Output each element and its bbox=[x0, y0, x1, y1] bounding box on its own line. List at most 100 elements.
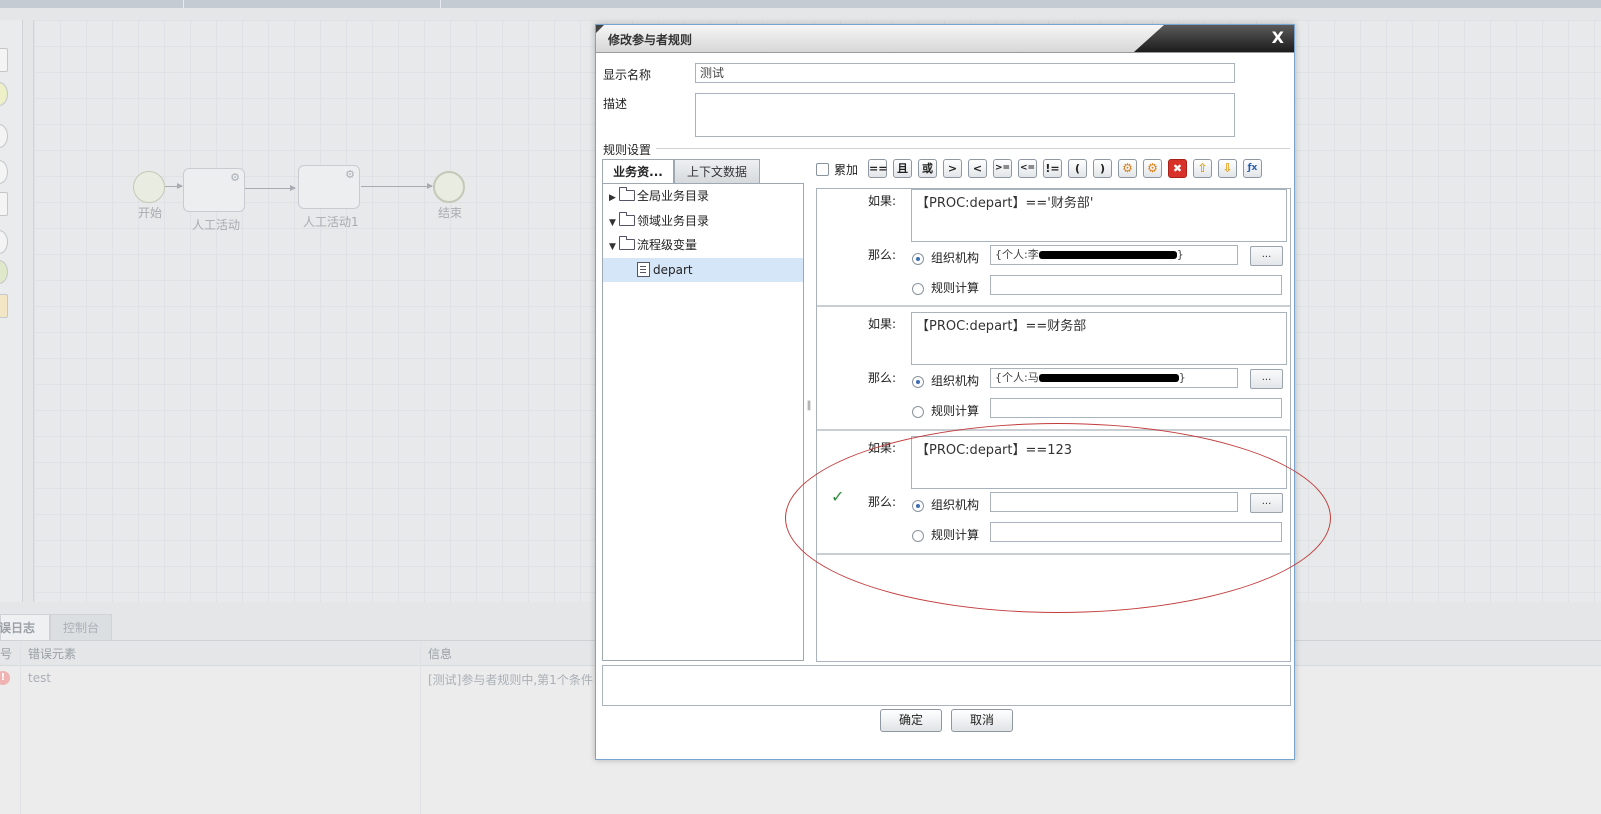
gateway-tool-icon[interactable] bbox=[0, 160, 8, 184]
org-input[interactable] bbox=[990, 492, 1238, 512]
ok-button[interactable]: 确定 bbox=[880, 709, 942, 732]
row-message: [测试]参与者规则中,第1个条件 bbox=[428, 673, 593, 687]
start-node[interactable] bbox=[133, 171, 165, 203]
flow-arrow bbox=[245, 185, 296, 191]
calc-input[interactable] bbox=[990, 522, 1282, 542]
rule-item: ✓ 如果: 【PROC:depart】==123 那么: 组织机构 ... 规则… bbox=[817, 433, 1290, 555]
less-than-button[interactable]: < bbox=[968, 159, 987, 178]
org-label: 组织机构 bbox=[931, 374, 980, 388]
calc-input[interactable] bbox=[990, 398, 1282, 418]
tab-business-resources[interactable]: 业务资... bbox=[602, 159, 674, 183]
condition-input[interactable]: 【PROC:depart】==财务部 bbox=[911, 312, 1287, 365]
subprocess-tool-icon[interactable] bbox=[0, 192, 8, 216]
display-name-label: 显示名称 bbox=[603, 68, 652, 82]
start-event-tool-icon[interactable] bbox=[0, 82, 8, 106]
tree-item-global-catalog[interactable]: ▶ 全局业务目录 bbox=[603, 184, 809, 208]
expand-arrow-icon[interactable]: ▶ bbox=[609, 186, 619, 210]
calc-radio[interactable] bbox=[912, 530, 924, 542]
tab-error-log[interactable]: 误日志 bbox=[0, 614, 50, 641]
display-name-input[interactable]: 测试 bbox=[695, 63, 1235, 83]
rules-list: 如果: 【PROC:depart】=='财务部' 那么: 组织机构 {个人:李}… bbox=[816, 188, 1291, 662]
resource-tree: ▶ 全局业务目录 ▼ 领域业务目录 ▼ 流程级变量 depart bbox=[602, 183, 804, 661]
delete-rule-icon[interactable]: ✖ bbox=[1168, 159, 1187, 178]
top-strip bbox=[0, 0, 1601, 8]
task-node[interactable]: ⚙ bbox=[183, 168, 245, 212]
user-task-icon: ⚙ bbox=[230, 171, 240, 184]
insert-rule-gear-icon[interactable]: ⚙ bbox=[1143, 159, 1162, 178]
org-picker-button[interactable]: ... bbox=[1250, 369, 1283, 389]
collapse-arrow-icon[interactable]: ▼ bbox=[609, 211, 619, 235]
less-equal-button[interactable]: <= bbox=[1018, 159, 1037, 178]
folder-icon bbox=[619, 212, 635, 226]
tab-context-data[interactable]: 上下文数据 bbox=[674, 159, 760, 183]
not-equal-button[interactable]: != bbox=[1043, 159, 1062, 178]
dialog-title-bar[interactable]: 修改参与者规则 X bbox=[596, 25, 1294, 53]
org-picker-button[interactable]: ... bbox=[1250, 493, 1283, 513]
valid-check-icon: ✓ bbox=[831, 487, 845, 506]
accumulate-checkbox[interactable] bbox=[816, 163, 829, 176]
folder-icon bbox=[619, 187, 635, 201]
condition-input[interactable]: 【PROC:depart】=='财务部' bbox=[911, 189, 1287, 242]
if-label: 如果: bbox=[868, 194, 897, 208]
org-label: 组织机构 bbox=[931, 498, 980, 512]
org-radio[interactable] bbox=[912, 376, 924, 388]
move-down-icon[interactable]: ⇩ bbox=[1218, 159, 1237, 178]
org-input[interactable]: {个人:李} bbox=[990, 245, 1238, 265]
task-node-label: 人工活动 bbox=[192, 218, 241, 232]
then-label: 那么: bbox=[868, 371, 897, 385]
equals-button[interactable]: == bbox=[868, 159, 887, 178]
then-label: 那么: bbox=[868, 495, 897, 509]
resource-tabs: 业务资... 上下文数据 bbox=[602, 159, 804, 183]
row-element: test bbox=[28, 671, 52, 685]
org-radio[interactable] bbox=[912, 500, 924, 512]
greater-than-button[interactable]: > bbox=[943, 159, 962, 178]
end-node-label: 结束 bbox=[438, 206, 463, 220]
task-tool-icon[interactable] bbox=[0, 124, 8, 148]
user-task-icon: ⚙ bbox=[345, 168, 355, 181]
calc-label: 规则计算 bbox=[931, 281, 980, 295]
variable-icon bbox=[637, 262, 650, 277]
tab-console[interactable]: 控制台 bbox=[50, 614, 113, 642]
formula-icon[interactable]: ƒx bbox=[1243, 159, 1262, 178]
note-tool-icon[interactable] bbox=[0, 294, 8, 318]
and-button[interactable]: 且 bbox=[893, 159, 912, 178]
calc-input[interactable] bbox=[990, 275, 1282, 295]
if-label: 如果: bbox=[868, 317, 897, 331]
folder-icon bbox=[619, 236, 635, 250]
end-event-tool-icon[interactable] bbox=[0, 260, 8, 284]
gear-tool-icon[interactable] bbox=[0, 230, 8, 254]
or-button[interactable]: 或 bbox=[918, 159, 937, 178]
tree-item-depart[interactable]: depart bbox=[603, 258, 803, 282]
move-up-icon[interactable]: ⇧ bbox=[1193, 159, 1212, 178]
description-input[interactable] bbox=[695, 93, 1235, 137]
message-area bbox=[602, 665, 1291, 706]
select-tool-icon[interactable] bbox=[0, 48, 8, 72]
add-rule-gear-icon[interactable]: ⚙ bbox=[1118, 159, 1137, 178]
accumulate-label: 累加 bbox=[834, 163, 859, 177]
org-radio[interactable] bbox=[912, 253, 924, 265]
tree-item-domain-catalog[interactable]: ▼ 领域业务目录 bbox=[603, 209, 809, 233]
shape-palette bbox=[0, 20, 23, 602]
dialog-title: 修改参与者规则 bbox=[608, 33, 693, 47]
corner-decoration-icon bbox=[596, 25, 604, 33]
splitter-handle[interactable]: ‖ bbox=[806, 400, 812, 411]
error-icon: ! bbox=[0, 671, 10, 685]
calc-radio[interactable] bbox=[912, 283, 924, 295]
col-index: 号 bbox=[0, 647, 13, 661]
tree-item-process-variables[interactable]: ▼ 流程级变量 bbox=[603, 233, 809, 257]
org-picker-button[interactable]: ... bbox=[1250, 246, 1283, 266]
end-node[interactable] bbox=[433, 171, 465, 203]
close-button[interactable]: X bbox=[1272, 28, 1284, 47]
greater-equal-button[interactable]: >= bbox=[993, 159, 1012, 178]
close-paren-button[interactable]: ) bbox=[1093, 159, 1112, 178]
flow-arrow bbox=[361, 183, 433, 189]
collapse-arrow-icon[interactable]: ▼ bbox=[609, 235, 619, 259]
calc-label: 规则计算 bbox=[931, 404, 980, 418]
if-label: 如果: bbox=[868, 441, 897, 455]
cancel-button[interactable]: 取消 bbox=[951, 709, 1013, 732]
task-node-1[interactable]: ⚙ bbox=[298, 165, 360, 209]
open-paren-button[interactable]: ( bbox=[1068, 159, 1087, 178]
org-input[interactable]: {个人:马} bbox=[990, 368, 1238, 388]
condition-input[interactable]: 【PROC:depart】==123 bbox=[911, 436, 1287, 489]
calc-radio[interactable] bbox=[912, 406, 924, 418]
